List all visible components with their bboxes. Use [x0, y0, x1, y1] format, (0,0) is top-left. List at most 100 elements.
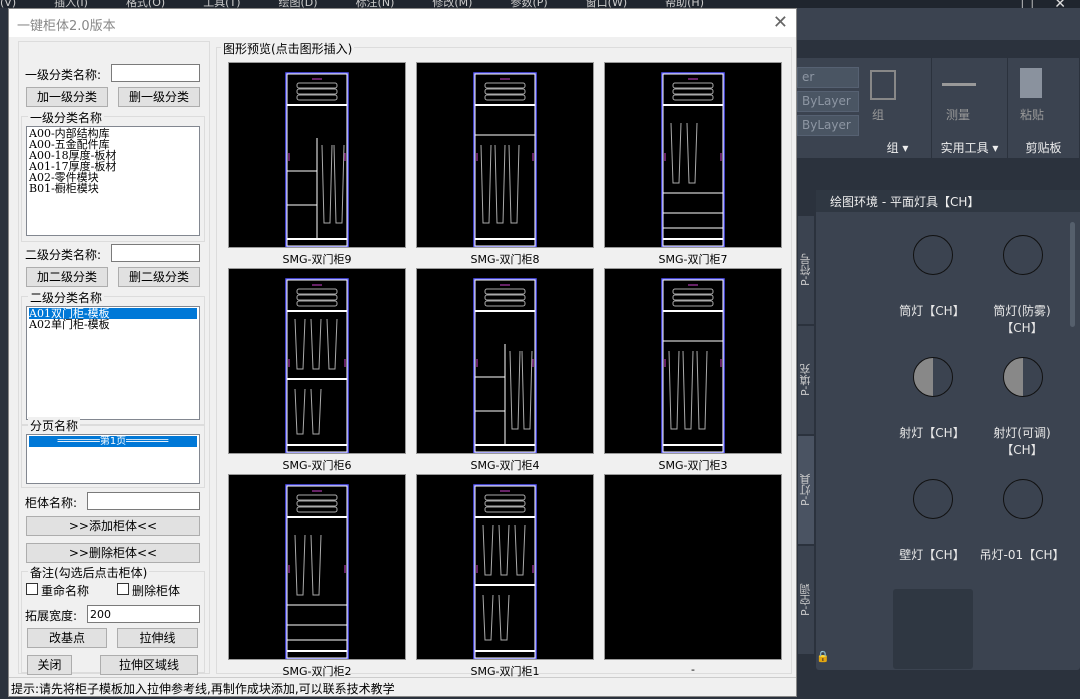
cabinet-drawing: [285, 278, 349, 454]
menu-item[interactable]: 窗口(W): [586, 0, 627, 8]
menu-item[interactable]: 修改(M): [432, 0, 472, 8]
cabinet-preview-label: SMG-双门柜6: [282, 459, 352, 472]
stretch-area-button[interactable]: 拉伸区域线: [100, 655, 198, 675]
cabinet-preview[interactable]: [604, 62, 782, 248]
menu-item[interactable]: 工具(T): [203, 0, 240, 8]
palette-item-selected[interactable]: [893, 589, 973, 669]
delete-cabinet-button[interactable]: >>删除柜体<<: [26, 543, 200, 563]
menu-item[interactable]: 参数(P): [510, 0, 547, 8]
change-base-point-button[interactable]: 改基点: [27, 628, 107, 648]
cabinet-preview[interactable]: [416, 62, 594, 248]
light-symbol-icon[interactable]: [913, 357, 953, 397]
preview-group-label: 图形预览(点击图形插入): [221, 40, 355, 57]
cabinet-drawing: [285, 484, 349, 660]
cabinet-preview-label: SMG-双门柜7: [658, 253, 728, 266]
light-symbol-icon[interactable]: [1003, 479, 1043, 519]
add-level2-button[interactable]: 加二级分类: [26, 267, 108, 287]
palette-tab-fill[interactable]: P-填充: [797, 325, 815, 435]
group-panel-label[interactable]: 组 ▾: [864, 139, 931, 156]
rename-checkbox[interactable]: [26, 583, 38, 595]
page-list[interactable]: ═══════第1页═══════: [26, 434, 200, 484]
paste-button[interactable]: 粘贴: [1020, 106, 1044, 123]
group-button[interactable]: 组: [872, 106, 884, 123]
light-symbol-icon[interactable]: [913, 479, 953, 519]
measure-icon[interactable]: [942, 76, 976, 86]
light-symbol-icon[interactable]: [1003, 235, 1043, 275]
paste-icon[interactable]: [1020, 68, 1042, 98]
group-panel: 组 组 ▾: [864, 58, 932, 158]
page-item-selected[interactable]: ═══════第1页═══════: [29, 436, 197, 447]
palette-tab-ac[interactable]: P-空调: [797, 545, 815, 655]
palette-item-label[interactable]: 筒灯【CH】: [887, 302, 977, 319]
light-symbol-icon[interactable]: [913, 235, 953, 275]
light-symbol-icon[interactable]: [1003, 357, 1043, 397]
menu-item[interactable]: (V): [0, 0, 16, 8]
color-dropdown[interactable]: ByLayer: [797, 91, 859, 112]
expand-width-input[interactable]: [87, 605, 200, 623]
level1-group-label: 一级分类名称: [28, 109, 105, 126]
notes-group-label: 备注(勾选后点击柜体): [28, 564, 150, 581]
cabinet-preview[interactable]: [228, 474, 406, 660]
clipboard-panel-label: 剪贴板: [1025, 141, 1062, 155]
cabinet-preview-label: SMG-双门柜3: [658, 459, 728, 472]
delete-level2-button[interactable]: 删二级分类: [118, 267, 200, 287]
level2-list[interactable]: A01双门柜-模板 A02单门柜-模板: [26, 306, 200, 420]
cabinet-preview[interactable]: [228, 268, 406, 454]
cabinet-preview-label: SMG-双门柜9: [282, 253, 352, 266]
level1-name-label: 一级分类名称:: [25, 68, 102, 82]
cabinet-dialog: 一键柜体2.0版本 ✕ 一级分类名称: 加一级分类 删一级分类 一级分类名称 A…: [8, 8, 797, 697]
palette-item-label[interactable]: 吊灯-01【CH】: [977, 546, 1067, 563]
utility-panel-label[interactable]: 实用工具 ▾: [932, 139, 1007, 156]
level2-group-label: 二级分类名称: [28, 289, 105, 306]
delete-level1-button[interactable]: 删一级分类: [118, 87, 200, 107]
group-icon[interactable]: [870, 70, 896, 100]
level2-name-label: 二级分类名称:: [25, 248, 102, 262]
level1-list[interactable]: A00-内部结构库 A00-五金配件库 A00-18厚度-板材 A01-17厚度…: [26, 126, 200, 236]
layer-dropdown[interactable]: er: [797, 67, 859, 88]
utility-panel: 测量 实用工具 ▾: [932, 58, 1008, 158]
clipboard-panel: 粘贴 剪贴板: [1008, 58, 1080, 158]
add-level1-button[interactable]: 加一级分类: [26, 87, 108, 107]
cabinet-drawing: [473, 278, 537, 454]
delete-cabinet-checkbox[interactable]: [117, 583, 129, 595]
palette-item-label[interactable]: 壁灯【CH】: [887, 546, 977, 563]
dialog-title: 一键柜体2.0版本: [9, 9, 796, 37]
palette-item-label[interactable]: 筒灯(防雾)【CH】: [977, 302, 1067, 336]
close-icon[interactable]: ✕: [773, 12, 788, 33]
cabinet-preview-label: SMG-双门柜4: [470, 459, 540, 472]
palette-title: 绘图环境 - 平面灯具【CH】: [816, 190, 1080, 212]
page-group-label: 分页名称: [28, 417, 81, 434]
palette-item-label[interactable]: 射灯(可调)【CH】: [977, 424, 1067, 458]
palette-tab-symbol[interactable]: P-符号: [797, 215, 815, 325]
cabinet-drawing: [473, 484, 537, 660]
add-cabinet-button[interactable]: >>添加柜体<<: [26, 516, 200, 536]
menu-item[interactable]: 绘图(D): [279, 0, 318, 8]
palette-scrollbar[interactable]: [1070, 222, 1075, 327]
menu-item[interactable]: 格式(O): [126, 0, 165, 8]
cabinet-preview[interactable]: [416, 474, 594, 660]
cabinet-preview[interactable]: [604, 268, 782, 454]
close-button[interactable]: 关闭: [27, 655, 72, 675]
level2-name-input[interactable]: [111, 244, 200, 262]
cabinet-preview[interactable]: [604, 474, 782, 660]
palette-tab-lighting[interactable]: P-灯具: [797, 435, 815, 545]
stretch-line-button[interactable]: 拉伸线: [117, 628, 198, 648]
cabinet-preview[interactable]: [416, 268, 594, 454]
cabinet-name-label: 柜体名称:: [25, 496, 78, 510]
menu-item[interactable]: 帮助(H): [665, 0, 704, 8]
menu-item[interactable]: 标注(N): [356, 0, 395, 8]
palette-item-label[interactable]: 射灯【CH】: [887, 424, 977, 441]
cabinet-name-input[interactable]: [87, 492, 200, 510]
ribbon-tabs: [797, 8, 1080, 40]
level1-name-input[interactable]: [111, 64, 200, 82]
cabinet-preview[interactable]: [228, 62, 406, 248]
cabinet-drawing: [661, 72, 725, 248]
linetype-dropdown[interactable]: ByLayer: [797, 115, 859, 136]
list-item[interactable]: B01-橱柜模块: [29, 183, 197, 194]
cad-menubar: (V) 插入(I) 格式(O) 工具(T) 绘图(D) 标注(N) 修改(M) 参数(P) 窗口…: [0, 0, 1080, 8]
measure-button[interactable]: 测量: [946, 106, 970, 123]
list-item[interactable]: A02单门柜-模板: [29, 319, 197, 330]
expand-width-label: 拓展宽度:: [25, 609, 78, 623]
menu-item[interactable]: 插入(I): [54, 0, 88, 8]
lock-icon[interactable]: 🔒: [816, 650, 830, 663]
